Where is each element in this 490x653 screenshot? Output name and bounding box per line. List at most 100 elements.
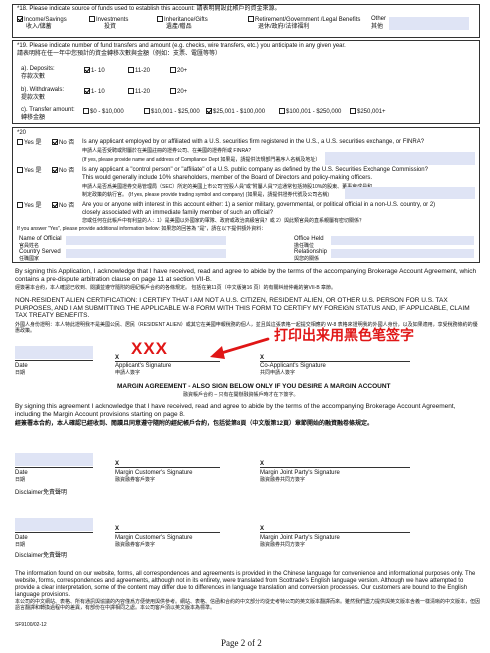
checkbox-icon[interactable] [279,108,285,114]
checkbox-checked-icon[interactable] [17,16,23,22]
withdrawals-option-1[interactable]: 1- 10 [84,88,105,96]
margin-customer-signature-line-2[interactable] [115,532,220,533]
official-name-label: Name of Official [19,236,62,242]
coapplicant-signature-line[interactable] [260,361,410,362]
margin-customer-signature-label: Margin Customer's Signature [115,470,193,476]
transfer-option-2[interactable]: $10,001 - $25,000 [144,108,200,116]
q20c-no[interactable]: No 否 [52,202,74,210]
language-disclaimer-zh: 本公司的中文網站、表格、所有通訊與協議的內容僅爲方便使用與供參考。網站、表格、信… [15,599,481,611]
deposits-option-3[interactable]: 20+ [170,67,187,75]
checkbox-checked-icon[interactable] [84,88,90,94]
checkbox-icon[interactable] [17,139,23,145]
q20b-text-2: This would generally include 10% shareho… [82,175,373,181]
checkbox-checked-icon[interactable] [52,167,58,173]
q20a-compliance-input[interactable] [325,152,475,165]
checkbox-icon[interactable] [128,67,134,73]
q18-option-income[interactable]: Income/Savings [17,16,67,24]
q20b-yes[interactable]: Yes 是 [17,167,41,175]
checkbox-checked-icon[interactable] [52,139,58,145]
checkbox-icon[interactable] [170,88,176,94]
margin-joint-signature-line-2[interactable] [260,532,410,533]
transfer-label: c). Transfer amount: [21,107,75,113]
margin-date-label-zh: 日期 [15,477,26,483]
margin-paragraph: By signing this agreement I acknowledge … [15,403,456,418]
margin-joint-signature-line[interactable] [260,467,410,468]
transfer-option-1[interactable]: $0 - $10,000 [83,108,124,116]
checkbox-icon[interactable] [83,108,89,114]
checkbox-icon[interactable] [144,108,150,114]
margin-customer-signature-label-zh: 融資融券客戶簽字 [115,477,156,483]
margin-date-label: Date [15,470,28,476]
relationship-label-zh: 與您的關係 [294,256,320,262]
checkbox-icon[interactable] [350,108,356,114]
checkbox-icon[interactable] [170,67,176,73]
q20b-symbol-input[interactable] [345,187,475,199]
q18-option-retirement-zh: 退休/政府/法律福利 [258,24,310,30]
applicant-signature-label: Applicant's Signature [115,363,172,369]
withdrawals-option-3[interactable]: 20+ [170,88,187,96]
office-held-label: Office Held [294,236,324,242]
q18-option-inheritance[interactable]: Inheritance/Gifts [157,16,208,24]
q20c-yes[interactable]: Yes 是 [17,202,41,210]
checkbox-icon[interactable] [17,167,23,173]
relationship-input[interactable] [331,249,474,258]
q20c-text: Are you or anyone with interest in this … [82,202,436,208]
checkbox-icon[interactable] [248,16,254,22]
country-label: Country Served [19,249,61,255]
q18-label: *18. Please indicate source of funds use… [17,6,281,12]
q20a-text-zh: 申請人是否受聘或附屬於在美國註冊的證券公司、在美國的證券所或 FINRA? [82,148,252,154]
q18-option-investments[interactable]: Investments [89,16,128,24]
form-code: SF9100/02-12 [15,622,47,628]
q18-option-inheritance-zh: 遺產/贈品 [166,24,192,30]
official-name-input[interactable] [66,236,226,245]
transfer-label-zh: 轉移金額 [21,115,46,121]
transfer-option-5[interactable]: $250,001+ [350,108,386,116]
q18-other-input[interactable] [389,17,469,30]
q18-option-retirement[interactable]: Retirement/Government /Legal Benefits [248,16,360,24]
checkbox-checked-icon[interactable] [206,108,212,114]
q19-label-zh: 請表明將在任一年中您預計的資金轉移次數與金額（例如：支票、電匯等等） [17,51,222,57]
q20c-note: If you answer "Yes", please provide addi… [17,226,267,232]
checkbox-icon[interactable] [128,88,134,94]
deposits-option-2[interactable]: 11-20 [128,67,150,75]
q20b-text-zh-2: 制定政策的執行官。 (If yes, please provide tradin… [82,192,330,198]
applicant-signature-label-zh: 申請人簽字 [115,370,141,376]
q20c-text-zh: 您或任何在此帳戶中有利益的人：1）是美國以外國家的軍隊、政府或政治高級官員？或 … [82,218,364,224]
checkbox-checked-icon[interactable] [84,67,90,73]
applicant-signature-line[interactable] [115,361,220,362]
disclaimer-label: Disclaimer免責聲明 [15,490,68,496]
checkbox-icon[interactable] [89,16,95,22]
margin-heading: MARGIN AGREEMENT - ALSO SIGN BELOW ONLY … [117,383,391,390]
q18-option-investments-zh: 投資 [104,24,117,30]
checkbox-icon[interactable] [17,202,23,208]
transfer-option-3[interactable]: $25,001 - $100,000 [206,108,265,116]
checkbox-checked-icon[interactable] [52,202,58,208]
q20a-yes[interactable]: Yes 是 [17,139,41,147]
margin-customer-signature-label-zh-2: 融資融券客戶簽字 [115,542,156,548]
country-input[interactable] [66,249,226,258]
deposits-label: a). Deposits: [21,66,55,72]
margin-date-input[interactable] [15,453,93,466]
date-label-zh: 日期 [15,370,26,376]
q20a-note: (If yes, please provide name and address… [82,157,321,163]
q20b-text: Is any applicant a "control person" or "… [82,167,428,173]
sign-annotation: 打印出来用黑色笔签字 [274,327,414,343]
office-held-input[interactable] [331,236,474,245]
withdrawals-option-2[interactable]: 11-20 [128,88,150,96]
margin-customer-signature-line[interactable] [115,467,220,468]
date-input[interactable] [15,346,93,359]
margin-joint-signature-label-zh: 融資融券共同方簽字 [260,477,306,483]
language-disclaimer: The information found on our website, fo… [15,571,476,598]
checkbox-icon[interactable] [157,16,163,22]
coapplicant-signature-label-zh: 共同申請人簽字 [260,370,296,376]
transfer-option-4[interactable]: $100,001 - $250,000 [279,108,341,116]
margin-date-input-2[interactable] [15,518,93,531]
q18-option-other: Other [371,16,387,22]
q20b-no[interactable]: No 否 [52,167,74,175]
margin-heading-zh: 融資帳戶合約 – 只有在開辦融資帳戶時才在下簽字。 [183,392,299,398]
deposits-option-1[interactable]: 1- 10 [84,67,105,75]
agreement-paragraph-zh: 經簽署本合約，本人確認已收到、閱讀並遵守隨附的經紀帳戶合約的各條規定。 包括在第… [15,285,337,291]
q18-option-income-zh: 收入/儲蓄 [26,24,52,30]
withdrawals-label-zh: 提款次數 [21,95,46,101]
q20a-no[interactable]: No 否 [52,139,74,147]
